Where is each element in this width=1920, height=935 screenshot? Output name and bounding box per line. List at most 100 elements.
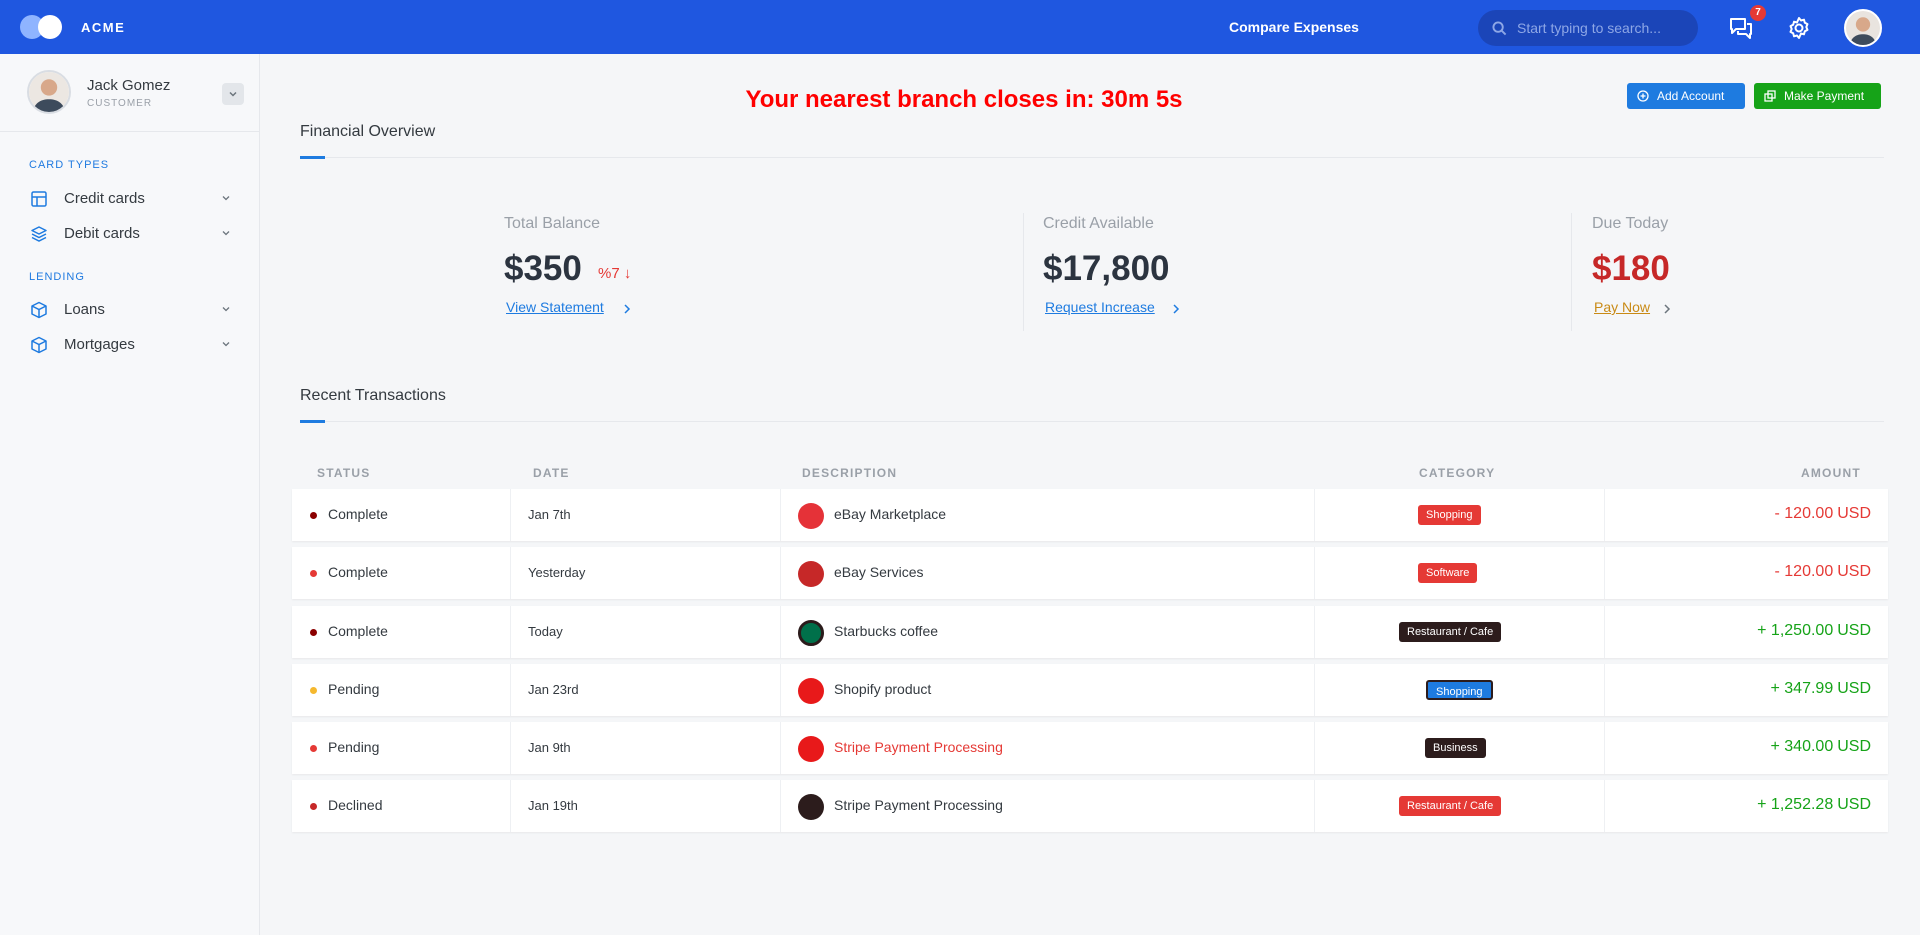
view-statement-link[interactable]: View Statement	[506, 299, 604, 315]
date-text: Jan 19th	[528, 798, 578, 813]
status-text: Pending	[328, 681, 380, 697]
stat-value: $180	[1592, 249, 1670, 288]
status-text: Complete	[328, 506, 388, 522]
trend-value: %7	[598, 265, 620, 282]
starbucks-logo-icon	[798, 620, 824, 646]
pay-now-link[interactable]: Pay Now	[1594, 299, 1650, 315]
divider	[1571, 213, 1572, 331]
user-name: Jack Gomez	[87, 77, 171, 94]
chevron-down-icon	[222, 231, 230, 236]
amount-text: - 120.00 USD	[1775, 505, 1872, 523]
package-icon	[31, 301, 47, 319]
sidebar-item-mortgages[interactable]: Mortgages	[0, 329, 259, 359]
logo[interactable]	[20, 15, 68, 39]
table-row[interactable]: Complete Today Starbucks coffee Restaura…	[292, 606, 1888, 658]
search-input[interactable]	[1517, 20, 1687, 36]
arrow-down-icon: ↓	[623, 265, 632, 282]
currency-code: USD	[1837, 738, 1871, 755]
tab-financial-overview[interactable]: Financial Overview	[300, 123, 435, 141]
sidebar-item-label: Mortgages	[64, 336, 135, 353]
amount-value: + 1,250.00	[1757, 622, 1834, 639]
amount-value: - 120.00	[1774, 505, 1834, 522]
date-text: Yesterday	[528, 565, 586, 580]
add-account-button[interactable]: Add Account	[1627, 83, 1745, 109]
amount-value: + 1,252.28	[1757, 796, 1834, 813]
page-title: Compare Expenses	[1229, 19, 1359, 35]
column-header-amount[interactable]: AMOUNT	[1801, 466, 1861, 480]
stat-value: $17,800	[1043, 249, 1170, 288]
category-badge: Restaurant / Cafe	[1399, 796, 1502, 816]
description-text: Starbucks coffee	[834, 623, 939, 639]
category-badge: Shopping	[1426, 680, 1493, 700]
chevron-right-icon	[624, 304, 631, 314]
table-row[interactable]: Declined Jan 19th Stripe Payment Process…	[292, 780, 1888, 832]
table-row[interactable]: Pending Jan 9th Stripe Payment Processin…	[292, 722, 1888, 774]
avatar[interactable]	[1844, 9, 1882, 47]
table-row[interactable]: Pending Jan 23rd Shopify product Shoppin…	[292, 664, 1888, 716]
profile-menu-toggle[interactable]	[222, 83, 244, 105]
divider	[1023, 213, 1024, 331]
description-text: Shopify product	[834, 681, 932, 697]
chevron-down-icon	[222, 196, 230, 201]
layers-icon	[31, 226, 47, 242]
amount-text: + 347.99 USD	[1770, 680, 1871, 698]
status-dot	[310, 687, 317, 694]
column-header-date[interactable]: DATE	[533, 466, 570, 480]
make-payment-button[interactable]: Make Payment	[1754, 83, 1881, 109]
avatar[interactable]	[27, 70, 71, 114]
status-text: Declined	[328, 797, 383, 813]
gear-icon[interactable]	[1787, 16, 1811, 40]
brand-name[interactable]: ACME	[81, 20, 125, 35]
sidebar-item-debit-cards[interactable]: Debit cards	[0, 218, 259, 248]
stat-credit-available: Credit Available $17,800 Request Increas…	[1043, 215, 1180, 315]
table-row[interactable]: Complete Yesterday eBay Services Softwar…	[292, 547, 1888, 599]
description-text: eBay Marketplace	[834, 506, 947, 522]
status-text: Complete	[328, 564, 388, 580]
table-row[interactable]: Complete Jan 7th eBay Marketplace Shoppi…	[292, 489, 1888, 541]
sidebar-item-label: Loans	[64, 301, 105, 318]
currency-code: USD	[1837, 680, 1871, 697]
category-badge: Software	[1418, 563, 1478, 583]
category-badge: Shopping	[1418, 505, 1481, 525]
amount-text: + 1,252.28 USD	[1757, 796, 1871, 814]
sidebar: Jack Gomez CUSTOMER CARD TYPES Credit ca…	[0, 54, 260, 935]
add-account-label: Add Account	[1657, 89, 1725, 103]
ebay-logo-icon	[798, 503, 824, 529]
amount-text: + 1,250.00 USD	[1757, 622, 1871, 640]
column-header-description[interactable]: DESCRIPTION	[802, 466, 897, 480]
sidebar-item-credit-cards[interactable]: Credit cards	[0, 183, 259, 213]
sidebar-item-loans[interactable]: Loans	[0, 294, 259, 324]
date-text: Jan 23rd	[528, 682, 579, 697]
category-badge: Restaurant / Cafe	[1399, 622, 1502, 642]
tab-recent-transactions[interactable]: Recent Transactions	[300, 387, 446, 405]
date-text: Jan 7th	[528, 507, 571, 522]
plus-circle-icon	[1637, 90, 1649, 102]
column-header-status[interactable]: STATUS	[317, 466, 370, 480]
search-icon	[1492, 20, 1507, 35]
status-dot	[310, 512, 317, 519]
date-text: Jan 9th	[528, 740, 571, 755]
amount-value: - 120.00	[1774, 563, 1834, 580]
branch-countdown: Your nearest branch closes in: 30m 5s	[745, 86, 1183, 113]
notification-badge: 7	[1750, 5, 1766, 21]
divider	[300, 421, 1884, 422]
tab-active-indicator	[300, 420, 325, 423]
description-text: Stripe Payment Processing	[834, 739, 1003, 755]
amount-text: + 340.00 USD	[1770, 738, 1871, 756]
sidebar-item-label: Credit cards	[64, 190, 145, 207]
date-text: Today	[528, 624, 563, 639]
status-text: Pending	[328, 739, 380, 755]
status-dot	[310, 570, 317, 577]
status-dot	[310, 629, 317, 636]
stripe-logo-icon	[798, 736, 824, 762]
divider	[300, 157, 1884, 158]
ebay-logo-icon	[798, 561, 824, 587]
column-header-category[interactable]: CATEGORY	[1419, 466, 1495, 480]
shopify-logo-icon	[798, 678, 824, 704]
messages-icon[interactable]	[1729, 17, 1753, 39]
status-text: Complete	[328, 623, 388, 639]
description-text: Stripe Payment Processing	[834, 797, 1003, 813]
request-increase-link[interactable]: Request Increase	[1045, 299, 1155, 315]
user-role: CUSTOMER	[87, 98, 153, 109]
stripe-logo-icon	[798, 794, 824, 820]
